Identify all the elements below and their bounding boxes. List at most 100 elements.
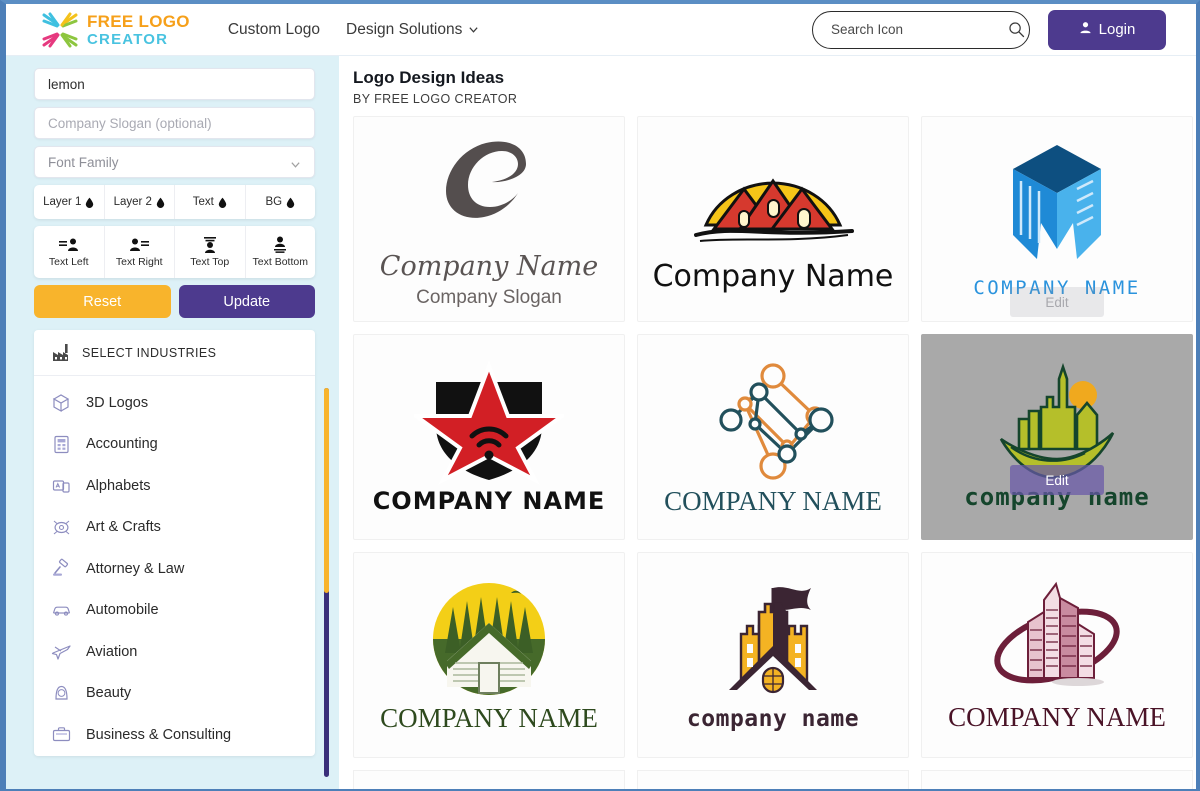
- industry-label: Automobile: [86, 602, 159, 619]
- logo-company-slogan: Company Slogan: [416, 287, 562, 308]
- slogan-input[interactable]: [48, 115, 301, 131]
- letter-blocks-icon: [51, 475, 72, 496]
- logo-edit-button[interactable]: Edit: [1010, 287, 1104, 317]
- text-bottom-icon: [269, 236, 291, 253]
- industry-label: Accounting: [86, 436, 158, 453]
- chevron-down-icon: [468, 24, 479, 35]
- company-name-input[interactable]: [48, 76, 301, 92]
- industry-label: Beauty: [86, 685, 132, 702]
- search-icon[interactable]: [1008, 21, 1025, 38]
- logo-card[interactable]: company name: [637, 552, 909, 758]
- industry-item-alphabets[interactable]: Alphabets: [34, 465, 315, 507]
- text-align-buttons: Text Left Text Right Text Top Text Botto…: [34, 226, 315, 278]
- droplet-icon: [218, 197, 227, 208]
- gavel-icon: [51, 558, 72, 579]
- industry-item-art-crafts[interactable]: Art & Crafts: [34, 507, 315, 549]
- logo-results-panel: Logo Design Ideas BY FREE LOGO CREATOR C…: [339, 56, 1196, 789]
- industry-label: 3D Logos: [86, 394, 149, 411]
- industry-item-attorney-law[interactable]: Attorney & Law: [34, 548, 315, 590]
- text-right-button[interactable]: Text Right: [105, 226, 175, 278]
- text-left-button[interactable]: Text Left: [34, 226, 105, 278]
- logo-card[interactable]: COMPANY NAME Edit: [921, 116, 1193, 322]
- align-label: Text Top: [190, 256, 230, 268]
- logo-edit-button[interactable]: Edit: [1010, 465, 1104, 495]
- brand-name-line1: FREE LOGO: [87, 11, 190, 31]
- industries-list: 3D Logos Accounting Alphabets Art & Craf…: [34, 376, 315, 756]
- nav-item-design-solutions[interactable]: Design Solutions: [346, 21, 479, 39]
- user-icon: [1079, 21, 1092, 38]
- action-buttons: Reset Update: [34, 285, 315, 318]
- logo-company-name: company name: [686, 706, 860, 732]
- logo-card[interactable]: COMPANY NAME: [353, 334, 625, 540]
- main-nav: Custom Logo Design Solutions: [228, 21, 480, 39]
- reset-button[interactable]: Reset: [34, 285, 171, 318]
- industry-label: Attorney & Law: [86, 560, 185, 577]
- logo-company-name: COMPANY NAME: [664, 485, 882, 516]
- update-button[interactable]: Update: [178, 285, 315, 318]
- droplet-icon: [286, 197, 295, 208]
- logo-art-pines-cabin: [425, 577, 553, 701]
- logo-art-skyscraper-swoosh: [982, 578, 1132, 700]
- chevron-down-icon: [290, 157, 301, 168]
- industry-item-beauty[interactable]: Beauty: [34, 673, 315, 715]
- logo-company-name: Company Name: [652, 258, 894, 294]
- search-input[interactable]: [831, 22, 1008, 37]
- logo-card[interactable]: COMPANY NAME Edit: [921, 334, 1193, 540]
- woman-face-icon: [51, 683, 72, 704]
- logo-art-script-e: [414, 129, 564, 247]
- nav-item-custom-logo[interactable]: Custom Logo: [228, 21, 320, 39]
- industries-scrollbar[interactable]: [324, 388, 329, 777]
- font-family-value: Font Family: [48, 154, 119, 170]
- droplet-icon: [156, 197, 165, 208]
- logo-card[interactable]: Company Name: [637, 116, 909, 322]
- logo-company-name: Company Name: [379, 251, 599, 282]
- industry-label: Alphabets: [86, 477, 151, 494]
- company-name-field[interactable]: [34, 68, 315, 100]
- text-left-icon: [58, 236, 80, 253]
- industry-label: Aviation: [86, 643, 138, 660]
- scrollbar-thumb[interactable]: [324, 388, 329, 593]
- text-bottom-button[interactable]: Text Bottom: [246, 226, 316, 278]
- logo-card[interactable]: [353, 770, 625, 789]
- login-button[interactable]: Login: [1048, 9, 1166, 50]
- airplane-icon: [51, 641, 72, 662]
- industry-label: Business & Consulting: [86, 726, 232, 743]
- editor-sidebar: Font Family Layer 1 Layer 2 Text BG: [6, 56, 339, 789]
- logo-art-blue-building: [997, 139, 1117, 271]
- logo-card[interactable]: COMPANY NAME: [921, 552, 1193, 758]
- align-label: Text Left: [48, 256, 89, 268]
- text-color-button[interactable]: Text: [175, 185, 246, 219]
- page-title: Logo Design Ideas: [353, 68, 505, 87]
- briefcase-icon: [51, 724, 72, 745]
- industry-item-business-consulting[interactable]: Business & Consulting: [34, 714, 315, 756]
- site-header: FREE LOGO CREATOR Custom Logo Design Sol…: [6, 4, 1196, 56]
- logo-card[interactable]: COMPANY NAME: [353, 552, 625, 758]
- login-label: Login: [1098, 21, 1136, 38]
- search-box[interactable]: [812, 10, 1030, 49]
- layer2-color-button[interactable]: Layer 2: [105, 185, 175, 219]
- app-window: FREE LOGO CREATOR Custom Logo Design Sol…: [0, 0, 1200, 791]
- layer-label: Layer 1: [43, 196, 82, 208]
- brand-logo[interactable]: FREE LOGO CREATOR: [40, 11, 190, 49]
- logo-company-name: COMPANY NAME: [380, 702, 598, 733]
- pinwheel-logo-icon: [40, 11, 82, 49]
- slogan-field[interactable]: [34, 107, 315, 139]
- industry-item-3d-logos[interactable]: 3D Logos: [34, 382, 315, 424]
- layer1-color-button[interactable]: Layer 1: [34, 185, 105, 219]
- industry-item-aviation[interactable]: Aviation: [34, 631, 315, 673]
- industry-item-automobile[interactable]: Automobile: [34, 590, 315, 632]
- text-top-button[interactable]: Text Top: [175, 226, 246, 278]
- logo-card[interactable]: COMPANY NAME: [637, 334, 909, 540]
- logo-company-name: COMPANY NAME: [948, 701, 1166, 732]
- logo-card[interactable]: [637, 770, 909, 789]
- background-color-button[interactable]: BG: [246, 185, 316, 219]
- layer-color-buttons: Layer 1 Layer 2 Text BG: [34, 185, 315, 219]
- logo-card[interactable]: [921, 770, 1193, 789]
- palette-icon: [51, 517, 72, 538]
- industry-item-accounting[interactable]: Accounting: [34, 424, 315, 466]
- logo-art-network-nodes: [703, 358, 843, 484]
- font-family-select[interactable]: Font Family: [34, 146, 315, 178]
- cube-3d-icon: [51, 392, 72, 413]
- logo-card[interactable]: Company Name Company Slogan: [353, 116, 625, 322]
- layer-label: Layer 2: [113, 196, 152, 208]
